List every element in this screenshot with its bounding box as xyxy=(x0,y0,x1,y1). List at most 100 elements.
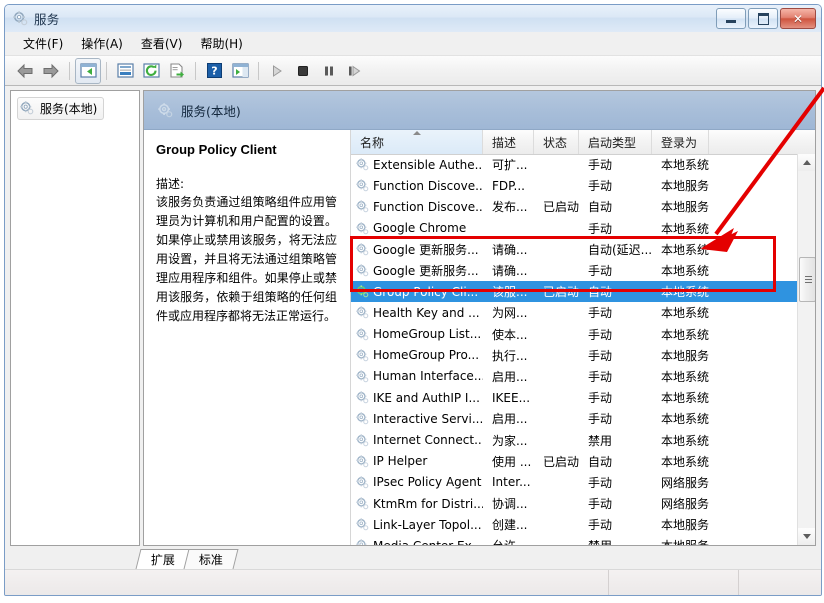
service-gear-icon xyxy=(356,455,369,468)
cell-text: 本地系统 xyxy=(661,221,709,236)
table-row[interactable]: Google Chrome 手动 本地系统 xyxy=(351,218,798,239)
stop-service-icon[interactable] xyxy=(290,58,316,84)
table-row[interactable]: IKE and AuthIP I... IKEE... 手动 本地系统 xyxy=(351,387,798,408)
cell-log-on-as: 本地服务 xyxy=(652,537,709,545)
status-cell-2 xyxy=(609,570,739,595)
menu-help[interactable]: 帮助(H) xyxy=(191,33,251,54)
table-row[interactable]: Google 更新服务... 请确... 手动 本地系统 xyxy=(351,260,798,281)
cell-name: HomeGroup List... xyxy=(351,327,483,341)
table-row[interactable]: Function Discove... FDP... 手动 本地服务 xyxy=(351,175,798,196)
refresh-icon[interactable] xyxy=(138,58,164,84)
cell-description: 发布... xyxy=(483,198,534,215)
cell-log-on-as: 本地系统 xyxy=(652,156,709,173)
cell-log-on-as: 本地系统 xyxy=(652,453,709,470)
services-gear-icon xyxy=(13,11,28,26)
column-name[interactable]: 名称 xyxy=(351,130,483,154)
cell-name: Media Center Ex... xyxy=(351,539,483,545)
start-service-icon[interactable] xyxy=(264,58,290,84)
cell-description: 创建... xyxy=(483,516,534,533)
cell-name: Function Discove... xyxy=(351,200,483,214)
service-gear-icon xyxy=(356,327,369,341)
forward-icon[interactable] xyxy=(38,58,64,84)
detail-header: 服务(本地) xyxy=(144,91,815,130)
close-button[interactable]: ✕ xyxy=(780,8,816,29)
tab-extended[interactable]: 扩展 xyxy=(135,549,191,569)
services-gear-icon xyxy=(158,103,173,118)
cell-text: 自动 xyxy=(588,285,613,300)
help-icon[interactable]: ? xyxy=(201,58,227,84)
cell-text: Group Policy Cli... xyxy=(373,284,479,299)
table-row[interactable]: Health Key and ... 为网... 手动 本地系统 xyxy=(351,302,798,323)
title-bar: 服务 ✕ xyxy=(5,5,821,33)
menu-file[interactable]: 文件(F) xyxy=(14,33,72,54)
service-gear-icon xyxy=(356,243,369,256)
cell-name: Health Key and ... xyxy=(351,306,483,320)
column-description[interactable]: 描述 xyxy=(483,130,534,154)
tab-extended-label: 扩展 xyxy=(150,553,175,567)
table-row[interactable]: HomeGroup List... 使本... 手动 本地系统 xyxy=(351,324,798,345)
list-vertical-scrollbar[interactable] xyxy=(797,154,815,545)
table-row[interactable]: IP Helper 使用 ... 已启动 自动 本地系统 xyxy=(351,451,798,472)
service-gear-icon xyxy=(356,370,369,383)
maximize-button[interactable] xyxy=(748,8,778,29)
table-row[interactable]: Interactive Servi... 启用... 手动 本地系统 xyxy=(351,408,798,429)
cell-startup-type: 手动 xyxy=(579,262,652,279)
tree-node-services-local[interactable]: 服务(本地) xyxy=(17,97,105,120)
service-gear-icon xyxy=(356,221,369,235)
column-status[interactable]: 状态 xyxy=(534,130,579,154)
table-row[interactable]: IPsec Policy Agent Inter... 手动 网络服务 xyxy=(351,472,798,493)
column-filler[interactable] xyxy=(709,130,815,154)
cell-log-on-as: 本地系统 xyxy=(652,389,709,406)
table-row[interactable]: Function Discove... 发布... 已启动 自动 本地服务 xyxy=(351,196,798,217)
show-action-pane-icon[interactable] xyxy=(227,58,253,84)
menu-action[interactable]: 操作(A) xyxy=(72,33,132,54)
service-gear-icon xyxy=(356,264,369,277)
properties-icon[interactable] xyxy=(112,58,138,84)
cell-text: 自动 xyxy=(588,454,613,469)
service-gear-icon xyxy=(356,179,369,192)
cell-name: Google 更新服务... xyxy=(351,262,483,279)
table-row[interactable]: Internet Connect... 为家... 禁用 本地系统 xyxy=(351,429,798,450)
table-row[interactable]: Extensible Authe... 可扩... 手动 本地系统 xyxy=(351,154,798,175)
tab-standard[interactable]: 标准 xyxy=(183,549,239,569)
table-row[interactable]: Group Policy Cli... 该服... 已启动 自动 本地系统 xyxy=(351,281,798,303)
service-gear-icon xyxy=(356,412,369,425)
show-hide-console-tree-icon[interactable] xyxy=(75,57,101,84)
cell-text: IP Helper xyxy=(373,454,428,469)
table-row[interactable]: Media Center Ex... 允许 ... 禁用 本地服务 xyxy=(351,535,798,545)
cell-text: IPsec Policy Agent xyxy=(373,475,482,490)
cell-text: 发布... xyxy=(492,200,528,215)
column-startup-type[interactable]: 启动类型 xyxy=(579,130,652,154)
table-row[interactable]: Human Interface... 启用... 手动 本地系统 xyxy=(351,366,798,387)
cell-startup-type: 禁用 xyxy=(579,537,652,545)
restart-service-icon[interactable] xyxy=(342,58,368,84)
cell-text: 手动 xyxy=(588,306,613,321)
minimize-button[interactable] xyxy=(716,8,746,29)
cell-text: Human Interface... xyxy=(373,369,483,384)
cell-log-on-as: 本地系统 xyxy=(652,262,709,279)
menu-view[interactable]: 查看(V) xyxy=(132,33,192,54)
cell-text: 请确... xyxy=(492,264,528,279)
cell-text: Interactive Servi... xyxy=(373,411,483,426)
table-row[interactable]: Google 更新服务... 请确... 自动(延迟... 本地系统 xyxy=(351,239,798,260)
export-list-icon[interactable] xyxy=(164,58,190,84)
cell-name: IP Helper xyxy=(351,454,483,468)
table-row[interactable]: HomeGroup Pro... 执行... 手动 本地服务 xyxy=(351,345,798,366)
cell-startup-type: 手动 xyxy=(579,177,652,194)
cell-text: HomeGroup Pro... xyxy=(373,348,480,363)
service-gear-icon xyxy=(356,200,369,213)
cell-text: 手动 xyxy=(588,497,613,512)
back-icon[interactable] xyxy=(12,58,38,84)
column-log-on-as[interactable]: 登录为 xyxy=(652,130,709,154)
table-row[interactable]: Link-Layer Topol... 创建... 手动 本地服务 xyxy=(351,514,798,535)
scroll-down-icon[interactable] xyxy=(798,528,815,545)
scrollbar-thumb[interactable] xyxy=(799,257,815,302)
scroll-up-icon[interactable] xyxy=(798,154,815,171)
pause-service-icon[interactable] xyxy=(316,58,342,84)
cell-startup-type: 禁用 xyxy=(579,432,652,449)
cell-text: 使本... xyxy=(492,327,528,342)
cell-text: 本地系统 xyxy=(661,327,709,342)
cell-text: 手动 xyxy=(588,179,613,194)
cell-log-on-as: 网络服务 xyxy=(652,474,709,491)
table-row[interactable]: KtmRm for Distri... 协调... 手动 网络服务 xyxy=(351,493,798,514)
